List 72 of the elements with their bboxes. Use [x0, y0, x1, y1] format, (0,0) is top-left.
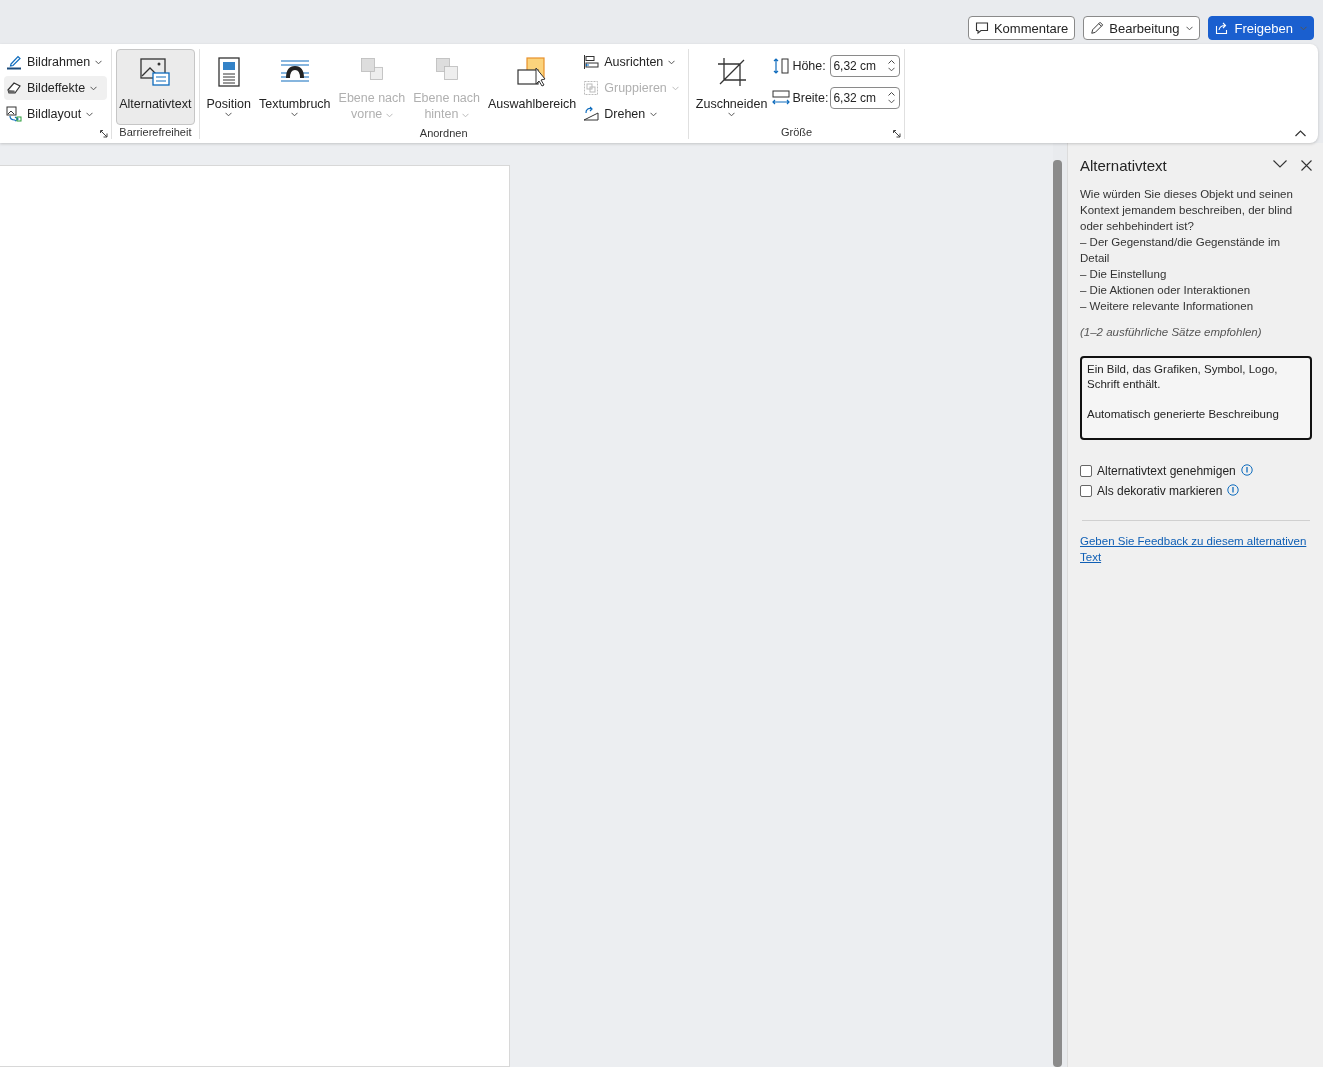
info-icon[interactable]	[1240, 464, 1253, 476]
rotate-icon	[583, 106, 600, 122]
caret-icon	[95, 59, 103, 65]
pencil-icon	[1090, 21, 1105, 35]
caret-icon	[86, 111, 94, 117]
checkbox[interactable]	[1080, 485, 1092, 497]
pen-icon	[6, 54, 22, 70]
field-label: Höhe:	[792, 59, 827, 73]
pane-title: Alternativtext	[1080, 157, 1167, 174]
ribbon-button[interactable]: Zuschneiden	[692, 49, 771, 125]
chevron-up-icon[interactable]	[1295, 130, 1306, 137]
caret-icon	[650, 111, 658, 117]
width-icon	[772, 89, 791, 107]
chevron-up-icon	[888, 60, 896, 64]
checkbox-label: Als dekorativ markieren	[1097, 484, 1223, 498]
crop-icon	[715, 56, 748, 88]
height-icon	[772, 57, 791, 75]
caret-icon	[225, 112, 233, 117]
description-text: – Weitere relevante Informationen	[1080, 299, 1255, 314]
caret-icon	[1300, 25, 1307, 31]
caret-icon	[888, 99, 896, 104]
caret-icon	[461, 113, 469, 118]
ribbon-button[interactable]: Drehen	[581, 102, 684, 126]
close-icon[interactable]	[1301, 160, 1312, 171]
hint-text: (1–2 ausführliche Sätze empfohlen)	[1080, 326, 1263, 338]
scrollbar[interactable]	[1053, 160, 1062, 1067]
dialog-launcher-icon[interactable]	[893, 130, 902, 138]
group-icon	[583, 80, 600, 96]
group-label: Barrierefreiheit	[119, 126, 192, 138]
alt-text-field[interactable]: Ein Bild, das Grafiken, Symbol, Logo, Schrift enthält. Automatisch generierte Beschreibung	[1080, 356, 1312, 440]
speech-bubble-icon	[974, 21, 989, 35]
description-text: – Die Einstellung	[1080, 267, 1168, 282]
group-label: Größe	[781, 126, 813, 138]
chevron-up-icon	[888, 92, 896, 96]
description-text: – Der Gegenstand/die Gegenstände im Detail	[1080, 235, 1282, 266]
ribbon-button[interactable]: Bildrahmen	[4, 50, 108, 74]
ribbon-button[interactable]: Alternativtext	[116, 49, 195, 125]
header-button[interactable]: Bearbeitung	[1083, 16, 1201, 40]
info-icon[interactable]	[1227, 484, 1240, 496]
caret-icon	[90, 85, 98, 91]
caret-icon	[671, 85, 679, 91]
caret-icon	[1186, 25, 1194, 31]
caret-icon	[888, 67, 896, 72]
spin-field[interactable]: 6,32 cm	[830, 55, 901, 77]
caret-icon	[291, 112, 299, 117]
feedback-link[interactable]: Geben Sie Feedback zu diesem alternativen Text	[1080, 533, 1312, 565]
caret-icon	[728, 112, 736, 117]
caret-icon	[668, 59, 676, 65]
checkbox[interactable]	[1080, 465, 1092, 477]
caret-icon	[385, 113, 393, 118]
checkbox-label: Alternativtext genehmigen	[1097, 464, 1236, 478]
ribbon-button[interactable]: Position	[203, 49, 254, 125]
description-text: – Die Aktionen oder Interaktionen	[1080, 283, 1252, 298]
field-label: Breite:	[792, 91, 829, 105]
ribbon-button[interactable]: Auswahlbereich	[485, 49, 580, 125]
cursor-window-icon	[516, 56, 549, 88]
ribbon-button[interactable]: Bildlayout	[4, 102, 108, 126]
dialog-launcher-icon[interactable]	[100, 130, 109, 138]
chevron-down-icon[interactable]	[1273, 160, 1287, 168]
header-button[interactable]: Freigeben	[1208, 16, 1314, 40]
ribbon-button[interactable]: Textumbruch	[256, 49, 334, 125]
ribbon-button[interactable]: Ausrichten	[581, 50, 684, 74]
group-label: Anordnen	[419, 127, 468, 139]
spin-field[interactable]: 6,32 cm	[830, 87, 901, 109]
header-button[interactable]: Kommentare	[967, 16, 1076, 40]
description-text: Wie würden Sie dieses Objekt und seinen Kontext jemandem beschreiben, der blind oder sehbehindert ist?	[1080, 187, 1294, 234]
eraser-icon	[6, 80, 22, 96]
align-left-icon	[583, 54, 600, 70]
picture-layout-icon	[6, 106, 22, 122]
ribbon-button[interactable]: Bildeffekte	[4, 76, 108, 100]
picture-text-icon	[139, 56, 172, 88]
share-icon	[1215, 21, 1230, 35]
